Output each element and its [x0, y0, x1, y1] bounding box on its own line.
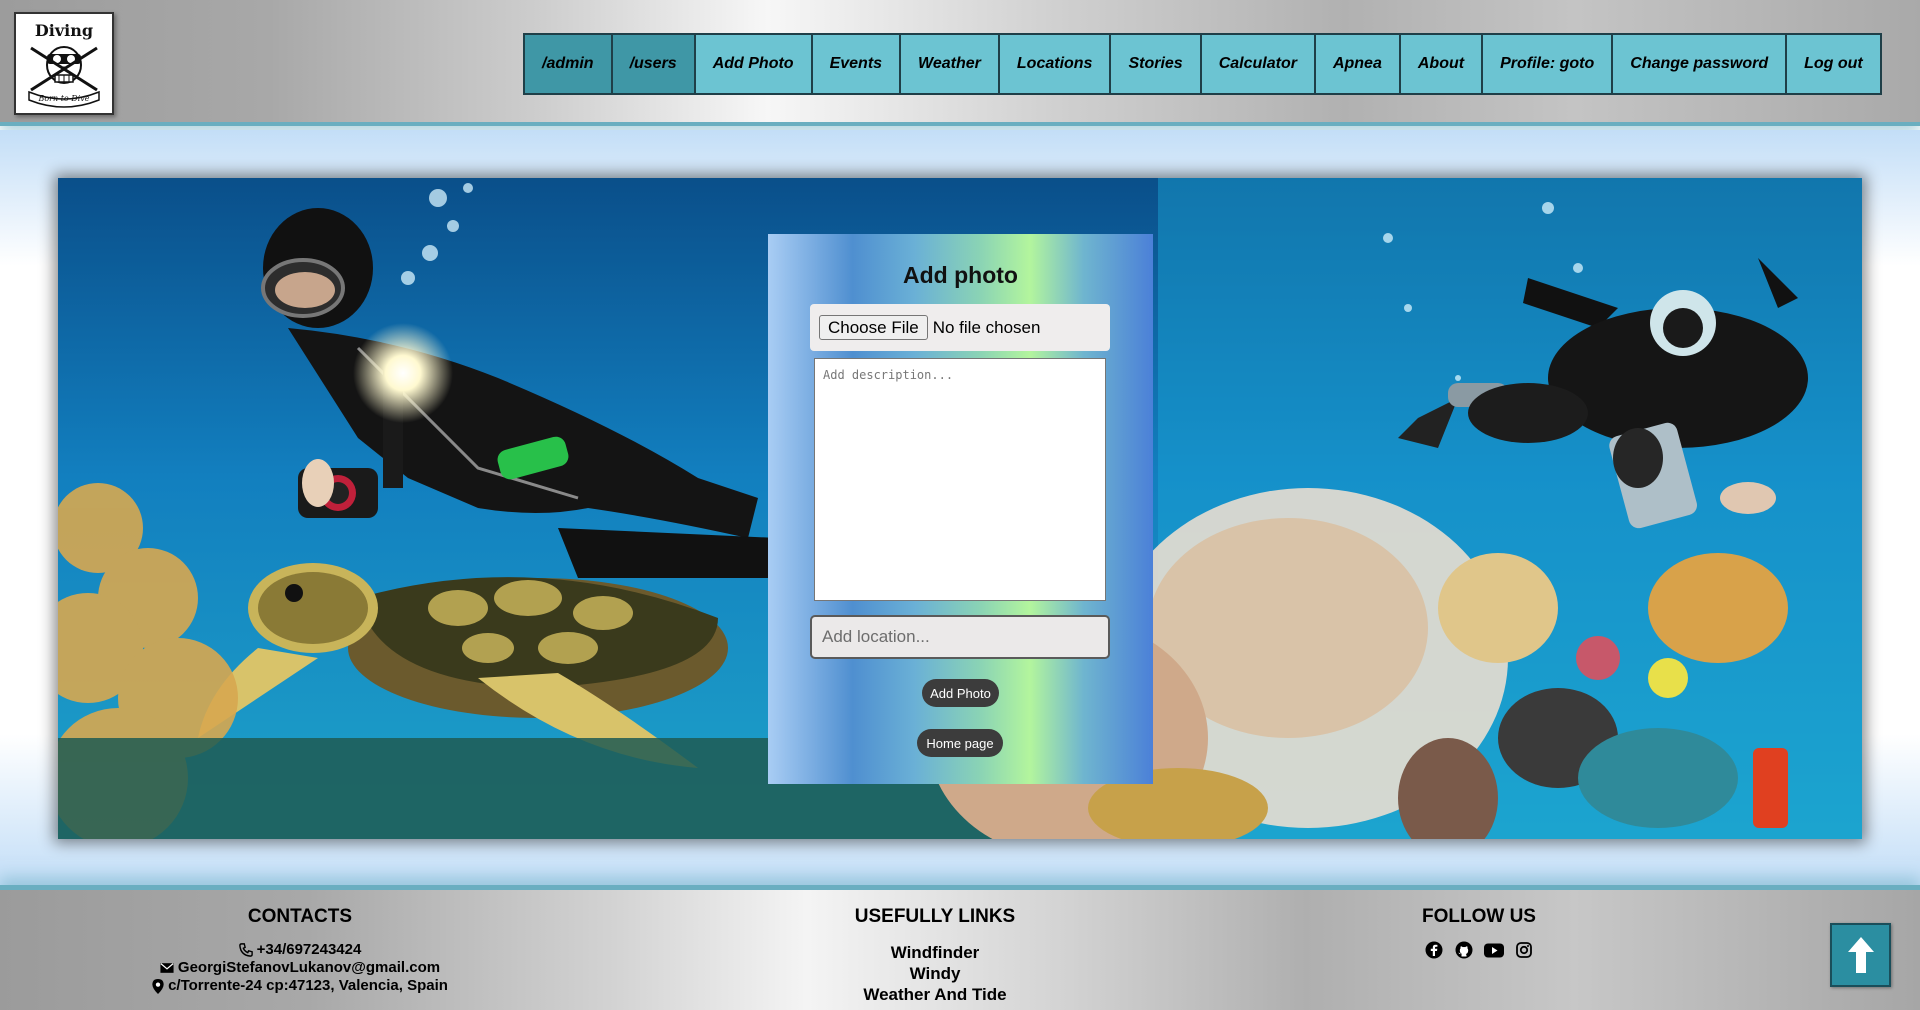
- contact-phone-text: +34/697243424: [256, 941, 362, 958]
- skull-logo-icon: Diving Born to Dive: [28, 21, 100, 108]
- home-page-button[interactable]: Home page: [917, 729, 1003, 757]
- add-photo-form: Add photo Choose File No file chosen Add…: [768, 234, 1153, 784]
- file-status-text: No file chosen: [932, 317, 1041, 337]
- youtube-icon[interactable]: [1484, 940, 1504, 960]
- link-windy[interactable]: Windy: [735, 963, 1135, 984]
- link-weather-and-tide[interactable]: Weather And Tide: [735, 984, 1135, 1005]
- description-textarea[interactable]: [814, 358, 1106, 601]
- contact-address-text: c/Torrente-24 cp:47123, Valencia, Spain: [168, 977, 448, 994]
- site-logo[interactable]: Diving Born to Dive: [14, 12, 114, 115]
- file-input[interactable]: Choose File No file chosen: [810, 304, 1110, 351]
- phone-icon: [238, 943, 253, 957]
- contact-address: c/Torrente-24 cp:47123, Valencia, Spain: [100, 977, 500, 995]
- nav-change-password[interactable]: Change password: [1611, 33, 1788, 95]
- svg-text:Diving: Diving: [35, 21, 93, 40]
- contact-phone[interactable]: +34/697243424: [100, 941, 500, 959]
- form-title: Add photo: [903, 262, 1018, 288]
- location-pin-icon: [152, 978, 164, 994]
- site-footer: CONTACTS +34/697243424 GeorgiStefanovLuk…: [0, 885, 1920, 1010]
- social-icons: [1279, 940, 1679, 960]
- instagram-icon[interactable]: [1514, 940, 1534, 960]
- contact-email[interactable]: GeorgiStefanovLukanov@gmail.com: [100, 959, 500, 977]
- nav-add-photo[interactable]: Add Photo: [693, 33, 813, 95]
- facebook-icon[interactable]: [1424, 940, 1444, 960]
- location-input[interactable]: [810, 615, 1110, 659]
- scroll-to-top-button[interactable]: [1830, 923, 1891, 987]
- contacts-section: CONTACTS +34/697243424 GeorgiStefanovLuk…: [100, 906, 500, 995]
- nav-events[interactable]: Events: [810, 33, 902, 95]
- envelope-icon: [160, 963, 174, 973]
- nav-locations[interactable]: Locations: [997, 33, 1112, 95]
- site-header: Diving Born to Dive /admin/users Add Phot…: [0, 0, 1920, 126]
- contact-email-text: GeorgiStefanovLukanov@gmail.com: [177, 959, 441, 976]
- github-icon[interactable]: [1454, 940, 1474, 960]
- main-nav: /admin/users Add Photo Events Weather Locati…: [523, 33, 1882, 95]
- nav-calculator[interactable]: Calculator: [1199, 33, 1316, 95]
- nav-admin[interactable]: /admin: [523, 33, 613, 95]
- follow-us-section: FOLLOW US: [1279, 906, 1679, 960]
- useful-links-section: USEFULLY LINKS Windfinder Windy Weather …: [735, 906, 1135, 1005]
- nav-apnea[interactable]: Apnea: [1313, 33, 1401, 95]
- contacts-title: CONTACTS: [247, 906, 353, 927]
- nav-profile[interactable]: Profile: goto: [1481, 33, 1614, 95]
- nav-weather[interactable]: Weather: [899, 33, 1000, 95]
- nav-log-out[interactable]: Log out: [1785, 33, 1882, 95]
- links-title: USEFULLY LINKS: [854, 906, 1016, 927]
- arrow-up-icon: [1847, 937, 1874, 973]
- choose-file-button[interactable]: Choose File: [819, 315, 928, 340]
- nav-users[interactable]: /users: [610, 33, 696, 95]
- nav-about[interactable]: About: [1398, 33, 1484, 95]
- add-photo-button[interactable]: Add Photo: [922, 679, 999, 707]
- follow-title: FOLLOW US: [1422, 906, 1536, 927]
- nav-stories[interactable]: Stories: [1109, 33, 1202, 95]
- svg-text:Born to Dive: Born to Dive: [37, 94, 89, 103]
- link-windfinder[interactable]: Windfinder: [735, 942, 1135, 963]
